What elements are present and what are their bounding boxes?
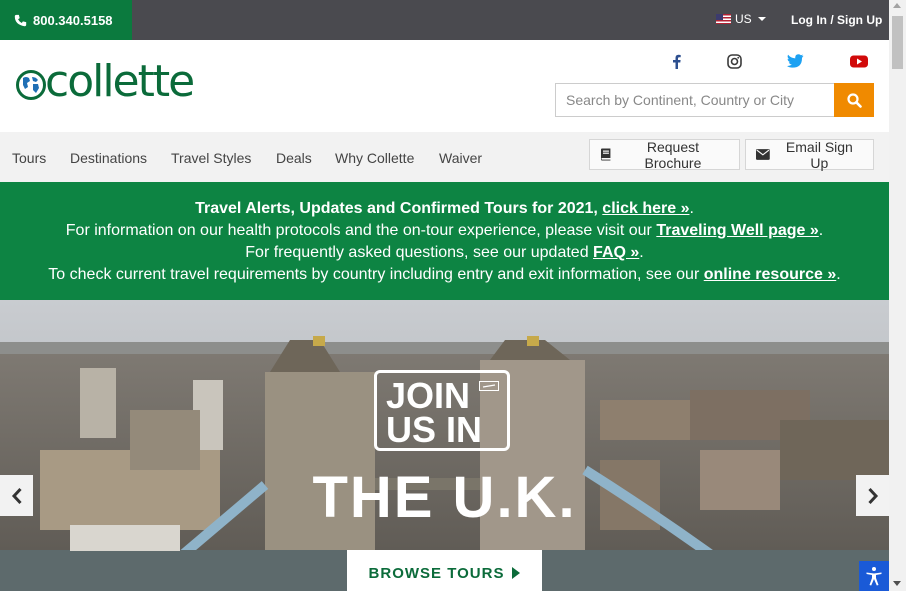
- twitter-icon[interactable]: [786, 53, 804, 69]
- request-brochure-button[interactable]: Request Brochure: [589, 138, 740, 171]
- envelope-icon: [756, 149, 770, 160]
- join-line-2: US IN: [386, 409, 483, 450]
- browse-tours-label: BROWSE TOURS: [368, 565, 505, 582]
- locale-selector[interactable]: US: [716, 12, 766, 26]
- phone-link[interactable]: 800.340.5158: [0, 0, 132, 40]
- search-icon: [846, 92, 862, 108]
- alert-line-3-end: .: [639, 244, 644, 261]
- nav-item-travel-styles[interactable]: Travel Styles: [171, 150, 251, 166]
- book-icon: [600, 148, 611, 161]
- accessibility-icon: [866, 567, 882, 586]
- alert-line-1-end: .: [689, 200, 694, 217]
- hero-headline: THE U.K.: [312, 465, 577, 530]
- page-scrollbar[interactable]: [889, 0, 906, 591]
- us-flag-icon: [716, 14, 731, 24]
- locale-label: US: [735, 12, 752, 26]
- search-input[interactable]: [555, 83, 835, 117]
- accessibility-button[interactable]: [859, 561, 889, 591]
- email-signup-label: Email Sign Up: [785, 138, 853, 171]
- instagram-icon[interactable]: [725, 53, 743, 69]
- scroll-up-arrow-icon[interactable]: [893, 3, 901, 8]
- alert-line-2-end: .: [818, 222, 824, 239]
- play-arrow-icon: [512, 567, 521, 579]
- logo-wordmark: collette: [45, 56, 195, 107]
- browse-tours-button[interactable]: BROWSE TOURS: [347, 550, 542, 591]
- nav-item-tours[interactable]: Tours: [12, 150, 46, 166]
- request-brochure-label: Request Brochure: [644, 138, 702, 171]
- travel-alert-banner: Travel Alerts, Updates and Confirmed Tou…: [0, 182, 889, 300]
- phone-icon: [14, 14, 27, 26]
- nav-item-waiver[interactable]: Waiver: [439, 150, 482, 166]
- collette-logo[interactable]: collette: [16, 60, 195, 104]
- online-resource-link[interactable]: online resource »: [704, 266, 837, 283]
- scrollbar-thumb[interactable]: [892, 16, 903, 69]
- carousel-next-button[interactable]: [856, 475, 889, 516]
- nav-item-destinations[interactable]: Destinations: [70, 150, 147, 166]
- scroll-down-arrow-icon[interactable]: [893, 581, 901, 586]
- alert-line-1-text: Travel Alerts, Updates and Confirmed Tou…: [195, 200, 603, 217]
- alert-line-3: For frequently asked questions, see our …: [0, 242, 889, 264]
- alert-line-4-end: .: [836, 266, 841, 283]
- phone-number: 800.340.5158: [33, 12, 113, 28]
- alert-line-3-text: For frequently asked questions, see our …: [245, 244, 594, 261]
- plane-stamp-icon: [479, 381, 499, 391]
- alert-line-4-text: To check current travel requirements by …: [48, 266, 704, 283]
- chevron-right-icon: [867, 487, 878, 504]
- chevron-left-icon: [11, 487, 22, 504]
- alert-line-2-text: For information on our health protocols …: [65, 222, 657, 239]
- join-us-in-badge: JOIN US IN: [374, 370, 510, 451]
- traveling-well-link[interactable]: Traveling Well page »: [656, 222, 818, 239]
- nav-item-why-collette[interactable]: Why Collette: [335, 150, 414, 166]
- alert-line-4: To check current travel requirements by …: [0, 264, 889, 286]
- nav-item-deals[interactable]: Deals: [276, 150, 312, 166]
- faq-link[interactable]: FAQ »: [593, 244, 639, 261]
- email-signup-button[interactable]: Email Sign Up: [745, 138, 874, 171]
- globe-icon: [16, 70, 46, 100]
- facebook-icon[interactable]: [667, 53, 685, 69]
- search-button[interactable]: [834, 83, 874, 117]
- chevron-down-icon: [757, 17, 766, 21]
- alert-line-1: Travel Alerts, Updates and Confirmed Tou…: [0, 198, 889, 220]
- login-signup-link[interactable]: Log In / Sign Up: [791, 13, 882, 27]
- alert-click-here-link[interactable]: click here »: [602, 200, 689, 217]
- carousel-prev-button[interactable]: [0, 475, 33, 516]
- youtube-icon[interactable]: [850, 53, 868, 69]
- alert-line-2: For information on our health protocols …: [0, 220, 889, 242]
